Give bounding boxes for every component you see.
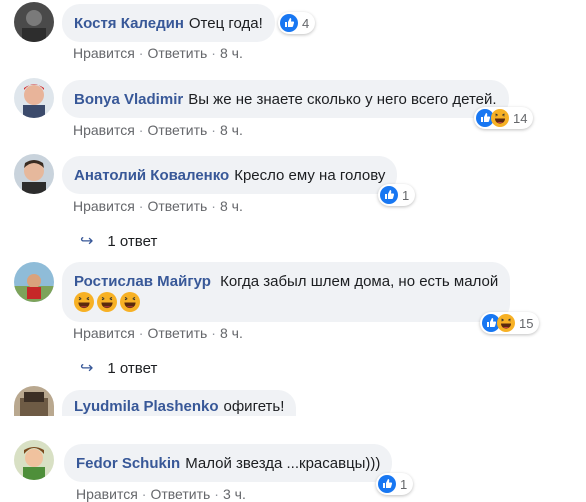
like-icon xyxy=(280,14,298,32)
separator: · xyxy=(211,122,216,138)
reply-arrow-icon: ↪ xyxy=(80,360,94,377)
view-replies-link[interactable]: ↪ 1 ответ xyxy=(80,358,157,378)
timestamp[interactable]: 8 ч. xyxy=(220,122,243,138)
reaction-count: 1 xyxy=(400,476,408,492)
haha-icon xyxy=(497,314,515,332)
like-link[interactable]: Нравится xyxy=(73,122,135,138)
comment-text: Вы же не знаете сколько у него всего дет… xyxy=(188,90,497,108)
avatar[interactable] xyxy=(14,386,54,416)
separator: · xyxy=(138,325,144,341)
like-link[interactable]: Нравится xyxy=(73,45,135,61)
reaction-count: 15 xyxy=(519,315,534,331)
reply-link[interactable]: Ответить xyxy=(147,45,207,61)
avatar[interactable] xyxy=(14,262,54,302)
avatar[interactable] xyxy=(14,440,54,480)
author-name[interactable]: Анатолий Коваленко xyxy=(74,167,229,184)
reaction-summary[interactable]: 1 xyxy=(376,473,414,495)
timestamp[interactable]: 8 ч. xyxy=(220,45,243,61)
like-link[interactable]: Нравится xyxy=(76,486,138,502)
author-name[interactable]: Bonya Vladimir xyxy=(74,91,183,108)
view-replies-link[interactable]: ↪ 1 ответ xyxy=(80,231,157,251)
replies-count[interactable]: 1 ответ xyxy=(107,233,157,250)
comment-bubble: Анатолий Коваленко Кресло ему на голову xyxy=(62,156,398,194)
comment-text: офигеть! xyxy=(223,398,285,415)
comment-text: Кресло ему на голову xyxy=(234,166,386,184)
comment-actions: Нравится · Ответить · 8 ч. xyxy=(73,45,243,61)
avatar[interactable] xyxy=(14,78,54,118)
haha-icon xyxy=(491,109,509,127)
comment-text: Отец года! xyxy=(188,14,263,32)
avatar[interactable] xyxy=(14,154,54,194)
haha-icon xyxy=(74,292,94,312)
reaction-summary[interactable]: 15 xyxy=(480,312,540,334)
comment-actions: Нравится · Ответить · 3 ч. xyxy=(76,486,246,502)
reply-link[interactable]: Ответить xyxy=(147,198,207,214)
reaction-count: 1 xyxy=(402,187,410,203)
haha-icon xyxy=(97,292,117,312)
reply-link[interactable]: Ответить xyxy=(147,325,207,341)
separator: · xyxy=(138,45,144,61)
replies-count[interactable]: 1 ответ xyxy=(107,360,157,377)
separator: · xyxy=(138,122,144,138)
comment-bubble: Костя Каледин Отец года! xyxy=(62,4,275,42)
comment-bubble: Fedor Schukin Малой звезда ...красавцы))… xyxy=(64,444,393,482)
separator: · xyxy=(138,198,144,214)
reaction-summary[interactable]: 4 xyxy=(278,12,316,34)
author-name[interactable]: Fedor Schukin xyxy=(76,455,180,472)
haha-icon xyxy=(120,292,140,312)
author-name[interactable]: Ростислав Майгур xyxy=(74,273,211,290)
comment-actions: Нравится · Ответить · 8 ч. xyxy=(73,122,243,138)
comment-bubble: Ростислав Майгур Когда забыл шлем дома, … xyxy=(62,262,511,322)
like-icon xyxy=(380,186,398,204)
comment-text: Когда забыл шлем дома, но есть малой xyxy=(220,272,499,290)
comment-actions: Нравится · Ответить · 8 ч. xyxy=(73,325,243,341)
reply-arrow-icon: ↪ xyxy=(80,233,94,250)
author-name[interactable]: Lyudmila Plashenko xyxy=(74,398,219,415)
comment-actions: Нравится · Ответить · 8 ч. xyxy=(73,198,243,214)
like-link[interactable]: Нравится xyxy=(73,325,135,341)
separator: · xyxy=(211,45,216,61)
reaction-count: 4 xyxy=(302,15,310,31)
like-icon xyxy=(378,475,396,493)
reply-link[interactable]: Ответить xyxy=(150,486,210,502)
timestamp[interactable]: 8 ч. xyxy=(220,198,243,214)
separator: · xyxy=(141,486,147,502)
separator: · xyxy=(214,486,219,502)
comment-bubble: Lyudmila Plashenko офигеть! xyxy=(62,390,297,416)
author-name[interactable]: Костя Каледин xyxy=(74,15,184,32)
reaction-summary[interactable]: 14 xyxy=(474,107,534,129)
separator: · xyxy=(211,325,216,341)
timestamp[interactable]: 3 ч. xyxy=(223,486,246,502)
reply-link[interactable]: Ответить xyxy=(147,122,207,138)
separator: · xyxy=(211,198,216,214)
avatar[interactable] xyxy=(14,2,54,42)
comment-text: Малой звезда ...красавцы))) xyxy=(185,454,381,472)
timestamp[interactable]: 8 ч. xyxy=(220,325,243,341)
emoji-row xyxy=(74,292,140,312)
reaction-count: 14 xyxy=(513,110,528,126)
like-link[interactable]: Нравится xyxy=(73,198,135,214)
comment-bubble: Bonya Vladimir Вы же не знаете сколько у… xyxy=(62,80,509,118)
reaction-summary[interactable]: 1 xyxy=(378,184,416,206)
